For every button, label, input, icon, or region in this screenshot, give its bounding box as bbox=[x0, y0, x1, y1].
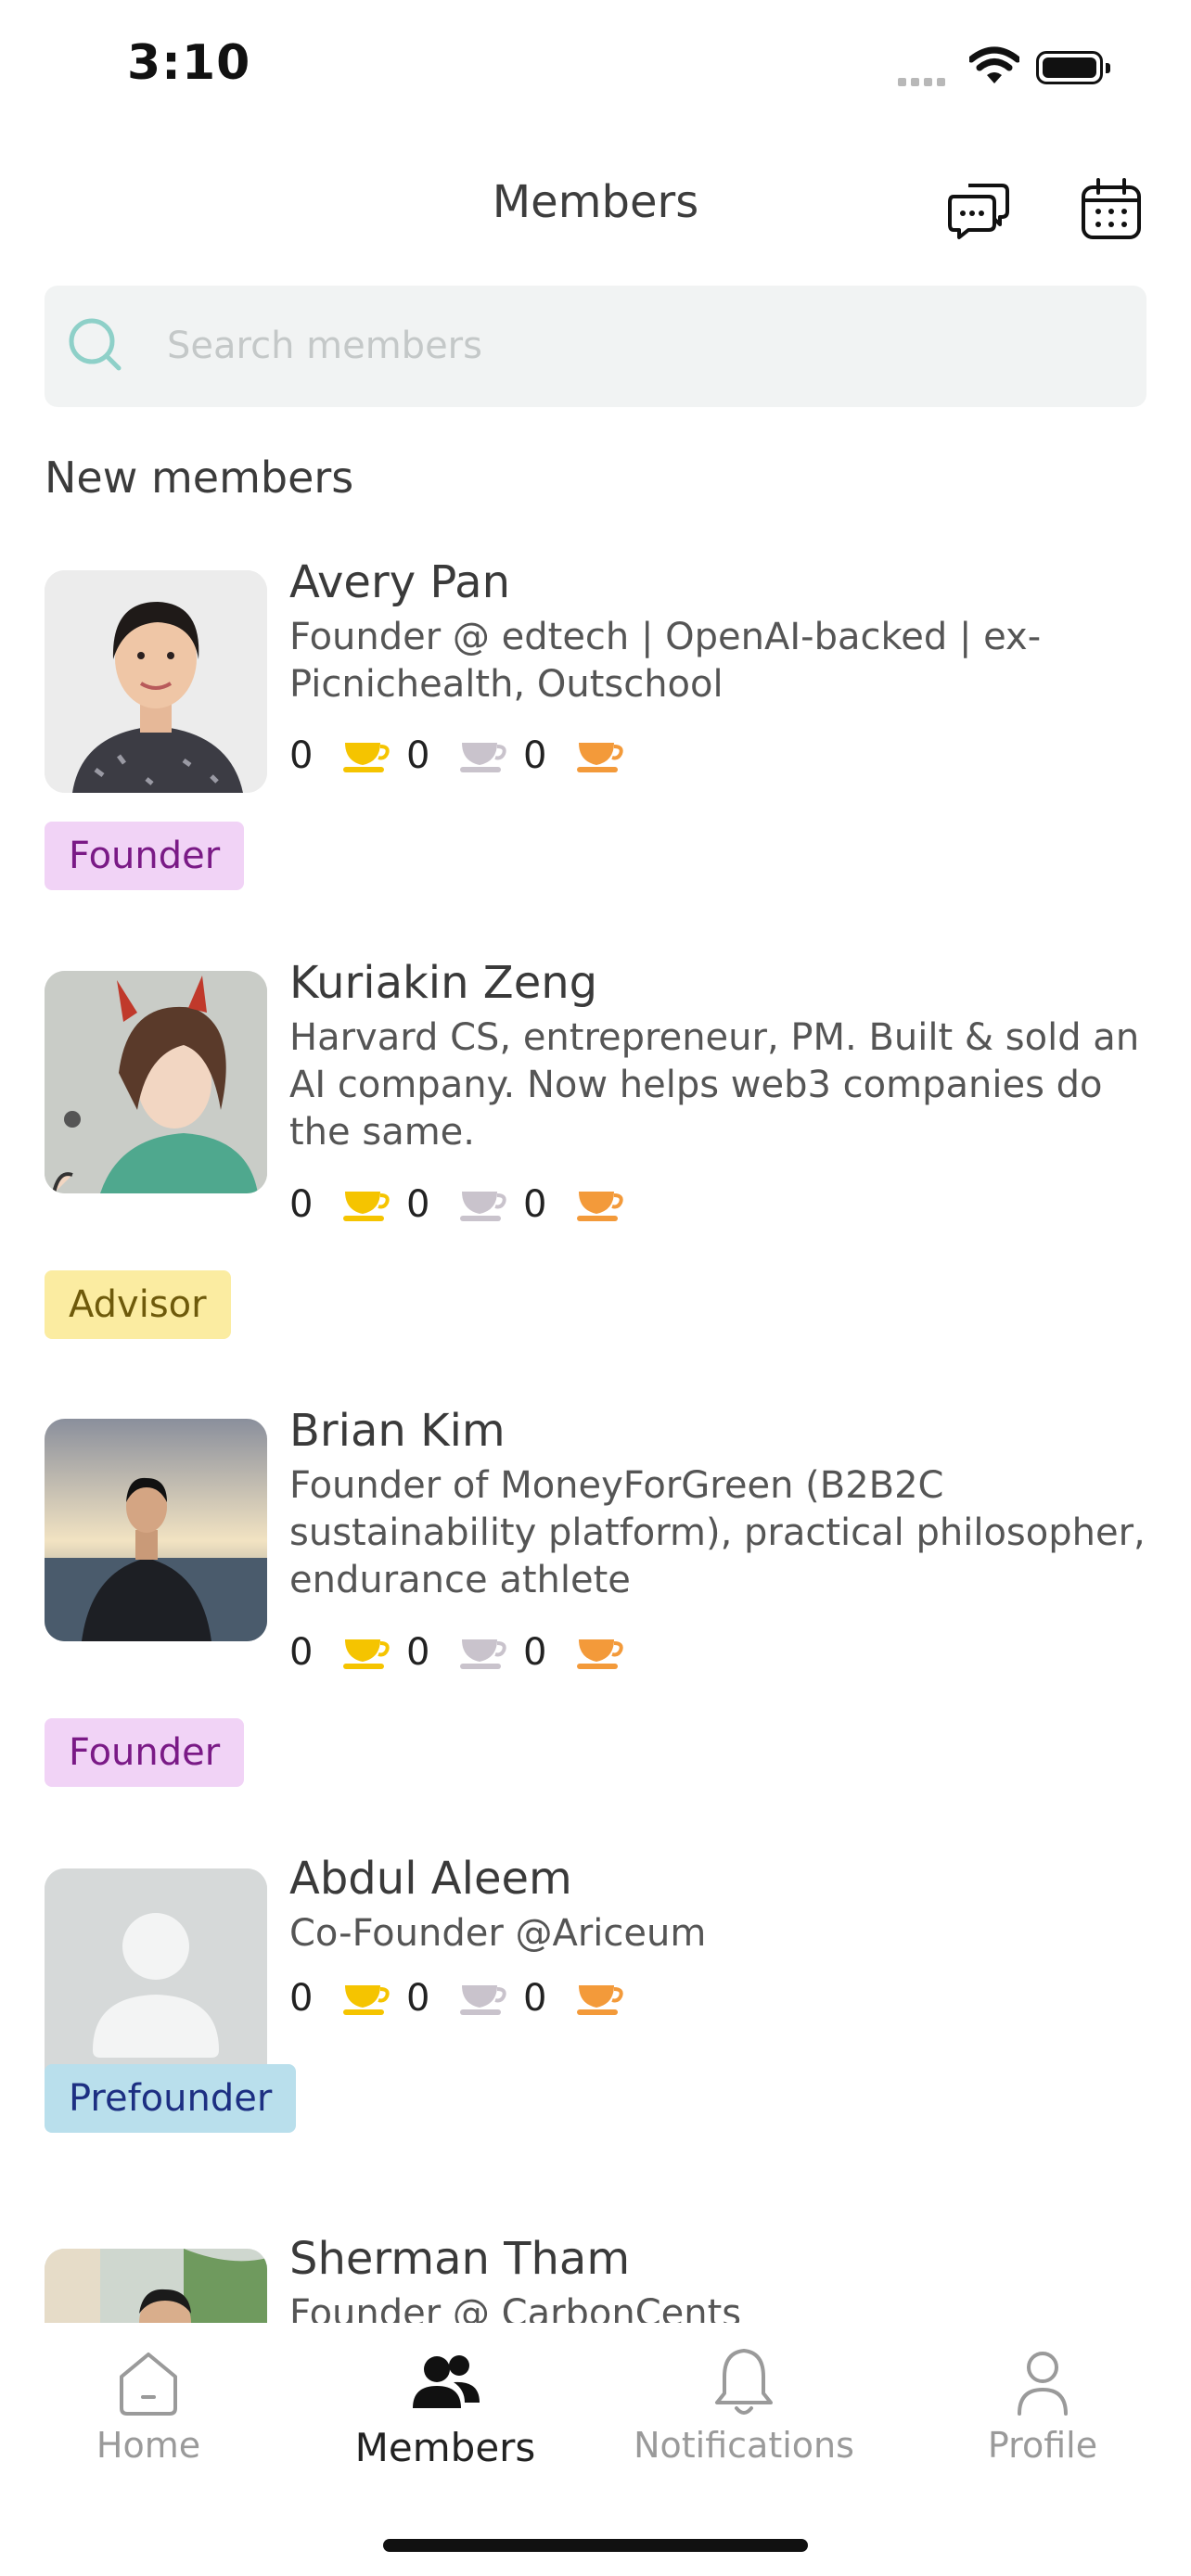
member-bio: Founder of MoneyForGreen (B2B2C sustaina… bbox=[289, 1464, 1146, 1601]
gold-cup-count: 0 bbox=[289, 734, 314, 777]
status-bar: 3:10 bbox=[0, 0, 1191, 134]
tab-home[interactable]: Home bbox=[0, 2341, 297, 2466]
calendar-icon[interactable] bbox=[1078, 176, 1145, 243]
bronze-cup-icon bbox=[577, 1639, 623, 1669]
bronze-cup-count: 0 bbox=[523, 734, 547, 777]
silver-cup-icon bbox=[460, 1192, 506, 1221]
silver-cup-count: 0 bbox=[406, 734, 430, 777]
gold-cup-icon bbox=[343, 1639, 390, 1669]
member-bio: Co-Founder @Ariceum bbox=[289, 1912, 707, 1955]
chat-bubbles-icon[interactable] bbox=[946, 176, 1013, 243]
gold-cup-count: 0 bbox=[289, 1977, 314, 2020]
cellular-signal-icon bbox=[898, 72, 950, 90]
avatar bbox=[45, 1419, 267, 1641]
role-badge: Prefounder bbox=[45, 2064, 297, 2133]
cup-stats: 0 0 0 bbox=[289, 1970, 640, 2026]
silver-cup-icon bbox=[460, 743, 506, 772]
cup-stats: 0 0 0 bbox=[289, 1177, 640, 1232]
tab-members[interactable]: Members bbox=[297, 2341, 594, 2470]
bronze-cup-count: 0 bbox=[523, 1977, 547, 2020]
people-icon bbox=[413, 2355, 480, 2408]
member-bio: Harvard CS, entrepreneur, PM. Built & so… bbox=[289, 1016, 1140, 1154]
silver-cup-count: 0 bbox=[406, 1631, 430, 1674]
role-badge: Founder bbox=[45, 1718, 245, 1787]
avatar bbox=[45, 971, 267, 1193]
bell-icon bbox=[715, 2349, 773, 2415]
silver-cup-icon bbox=[460, 1639, 506, 1669]
cup-stats: 0 0 0 bbox=[289, 728, 640, 784]
role-badge: Advisor bbox=[45, 1270, 231, 1339]
gold-cup-icon bbox=[343, 1985, 390, 2015]
member-bio: Founder @ CarbonCents bbox=[289, 2292, 742, 2323]
member-name[interactable]: Abdul Aleem bbox=[289, 1853, 572, 1905]
member-name[interactable]: Avery Pan bbox=[289, 556, 510, 608]
silver-cup-count: 0 bbox=[406, 1977, 430, 2020]
search-input[interactable] bbox=[165, 312, 1096, 380]
section-title: New members bbox=[45, 453, 354, 503]
avatar-placeholder bbox=[45, 1868, 267, 2091]
tab-notifications-label: Notifications bbox=[634, 2425, 854, 2466]
gold-cup-count: 0 bbox=[289, 1631, 314, 1674]
member-name[interactable]: Kuriakin Zeng bbox=[289, 957, 597, 1009]
bronze-cup-count: 0 bbox=[523, 1183, 547, 1226]
tab-profile-label: Profile bbox=[987, 2425, 1098, 2466]
tab-members-label: Members bbox=[354, 2425, 536, 2470]
silver-cup-icon bbox=[460, 1985, 506, 2015]
status-time: 3:10 bbox=[127, 35, 251, 91]
silver-cup-count: 0 bbox=[406, 1183, 430, 1226]
user-icon bbox=[1018, 2352, 1068, 2416]
avatar bbox=[45, 2249, 267, 2323]
gold-cup-icon bbox=[343, 1192, 390, 1221]
bronze-cup-count: 0 bbox=[523, 1631, 547, 1674]
gold-cup-icon bbox=[343, 743, 390, 772]
member-name[interactable]: Sherman Tham bbox=[289, 2233, 630, 2285]
wifi-icon bbox=[969, 46, 1019, 83]
home-indicator bbox=[383, 2539, 808, 2552]
cup-stats: 0 0 0 bbox=[289, 1625, 640, 1680]
tab-home-label: Home bbox=[96, 2425, 201, 2466]
member-name[interactable]: Brian Kim bbox=[289, 1405, 506, 1457]
bronze-cup-icon bbox=[577, 1985, 623, 2015]
gold-cup-count: 0 bbox=[289, 1183, 314, 1226]
avatar bbox=[45, 570, 267, 793]
tab-profile[interactable]: Profile bbox=[894, 2341, 1191, 2466]
search-icon bbox=[69, 318, 122, 371]
bronze-cup-icon bbox=[577, 743, 623, 772]
search-bar[interactable] bbox=[45, 286, 1146, 407]
battery-icon bbox=[1036, 51, 1110, 84]
tab-notifications[interactable]: Notifications bbox=[596, 2341, 892, 2466]
member-list[interactable]: Avery Pan Founder @ edtech | OpenAI-back… bbox=[0, 556, 1191, 2323]
role-badge: Founder bbox=[45, 822, 245, 890]
bronze-cup-icon bbox=[577, 1192, 623, 1221]
home-icon bbox=[120, 2353, 177, 2416]
member-bio: Founder @ edtech | OpenAI-backed | ex-Pi… bbox=[289, 616, 1042, 706]
